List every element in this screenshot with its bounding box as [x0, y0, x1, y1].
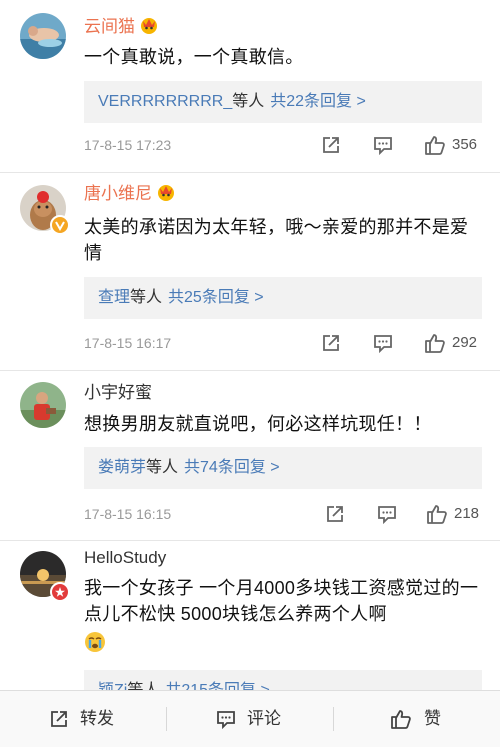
crown-icon — [139, 16, 159, 39]
verified-badge-icon — [50, 582, 70, 602]
comment-label: 评论 — [247, 709, 281, 728]
timestamp: 17-8-15 16:15 — [84, 506, 172, 522]
verified-badge-icon — [50, 215, 70, 235]
comment-icon — [217, 711, 235, 730]
divider — [0, 370, 500, 371]
comment-meta: 17-8-15 16:17 292 — [84, 332, 482, 356]
timestamp: 17-8-15 17:23 — [84, 137, 172, 153]
username[interactable]: 云间猫 — [84, 16, 159, 39]
timestamp: 17-8-15 16:17 — [84, 335, 172, 351]
comment-text: 太美的承诺因为太年轻，哦～亲爱的那并不是爱情 — [84, 217, 469, 263]
like-button[interactable]: 赞 — [334, 691, 500, 747]
thumbs-up-icon[interactable] — [426, 503, 448, 530]
reply-summary[interactable]: VERRRRRRRRR_等人 共22条回复 > — [84, 81, 482, 123]
comment-icon[interactable] — [376, 503, 398, 530]
comment-text: 想换男朋友就直说吧，何必这样坑现任！！ — [84, 414, 432, 434]
repost-label: 转发 — [80, 709, 114, 728]
avatar[interactable] — [20, 382, 66, 428]
reply-summary[interactable]: 查理等人 共25条回复 > — [84, 277, 482, 319]
avatar[interactable] — [20, 13, 66, 59]
crying-emoji-icon — [84, 631, 480, 653]
reply-count[interactable]: 共25条回复 > — [168, 289, 264, 306]
reply-suffix: 等人 — [232, 93, 265, 110]
repost-icon[interactable] — [324, 503, 346, 530]
bottom-action-bar: 转发 评论 赞 — [0, 690, 500, 747]
like-count: 218 — [454, 505, 480, 522]
thumbs-up-icon[interactable] — [424, 134, 446, 161]
like-count: 356 — [452, 136, 478, 153]
crown-icon — [156, 183, 176, 206]
thumbs-up-icon[interactable] — [424, 332, 446, 359]
comment-meta: 17-8-15 16:15 218 — [84, 503, 482, 527]
reply-users[interactable]: 查理 — [98, 289, 130, 306]
like-count: 292 — [452, 334, 478, 351]
reply-suffix: 等人 — [130, 289, 163, 306]
reply-count[interactable]: 共22条回复 > — [270, 93, 366, 110]
comment-button[interactable]: 评论 — [167, 691, 333, 747]
username[interactable]: 唐小维尼 — [84, 183, 176, 206]
comment-meta: 17-8-15 17:23 356 — [84, 134, 482, 158]
repost-icon[interactable] — [320, 134, 342, 161]
divider — [0, 540, 500, 541]
reply-summary[interactable]: 娄萌芽等人 共74条回复 > — [84, 447, 482, 489]
repost-button[interactable]: 转发 — [0, 691, 166, 747]
reply-suffix: 等人 — [146, 459, 179, 476]
reply-users[interactable]: VERRRRRRRRR_ — [98, 93, 232, 110]
comment-text: 一个真敢说，一个真敢信。 — [84, 47, 304, 67]
comment-icon[interactable] — [372, 134, 394, 161]
repost-icon — [51, 711, 67, 727]
comment-text: 我一个女孩子 一个月4000多块钱工资感觉过的一点儿不松快 5000块钱怎么养两… — [84, 575, 480, 653]
reply-count[interactable]: 共74条回复 > — [184, 459, 280, 476]
like-label: 赞 — [424, 709, 441, 728]
thumbs-up-icon — [391, 710, 411, 729]
comment-icon[interactable] — [372, 332, 394, 359]
username[interactable]: HelloStudy — [84, 548, 166, 568]
repost-icon[interactable] — [320, 332, 342, 359]
divider — [0, 172, 500, 173]
reply-users[interactable]: 娄萌芽 — [98, 459, 146, 476]
username[interactable]: 小宇好蜜 — [84, 383, 152, 403]
